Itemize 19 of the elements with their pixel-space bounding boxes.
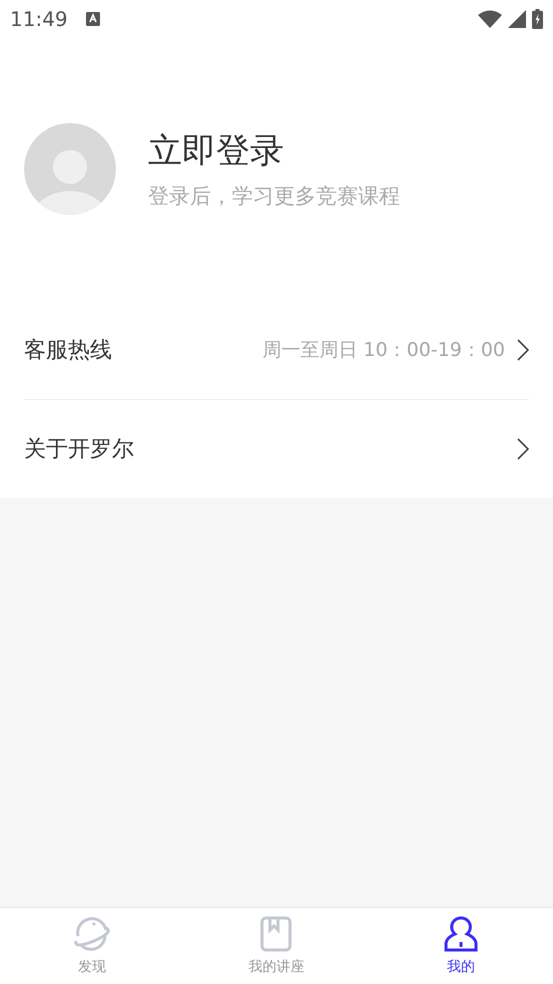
person-icon xyxy=(444,916,478,952)
status-time: 11:49 xyxy=(10,7,68,31)
planet-icon xyxy=(72,916,112,952)
login-subtitle: 登录后，学习更多竞赛课程 xyxy=(148,183,400,210)
menu-label: 关于开罗尔 xyxy=(24,436,134,464)
wifi-icon xyxy=(478,10,502,28)
battery-icon xyxy=(532,9,543,29)
tab[interactable]: 我的 xyxy=(368,908,553,984)
menu-item[interactable]: 关于开罗尔 xyxy=(24,400,529,498)
menu-value: 周一至周日 10：00-19：00 xyxy=(262,338,505,363)
menu-label: 客服热线 xyxy=(24,337,112,365)
login-title[interactable]: 立即登录 xyxy=(148,128,400,174)
book-icon xyxy=(260,916,292,952)
menu-item[interactable]: 客服热线 周一至周日 10：00-19：00 xyxy=(24,301,529,400)
signal-icon xyxy=(508,10,526,28)
avatar-icon[interactable] xyxy=(24,123,116,215)
chevron-right-icon xyxy=(517,339,529,361)
chevron-right-icon xyxy=(517,438,529,460)
keyboard-notification-icon xyxy=(86,12,100,26)
